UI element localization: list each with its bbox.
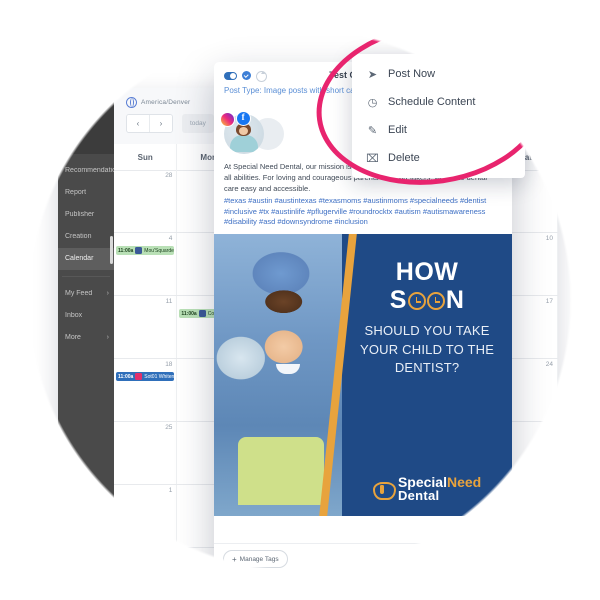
sidebar-header: [58, 88, 114, 154]
chevron-right-icon: ›: [106, 334, 109, 341]
calendar-day-cell[interactable]: 18 11:00a Sot01 Whitening: [114, 359, 178, 421]
calendar-event[interactable]: 11:00a Mou'Squarde: [116, 246, 175, 255]
calendar-date-number: 28: [165, 172, 173, 179]
calendar-day-cell[interactable]: 11: [114, 296, 178, 358]
avatar-body: [230, 135, 258, 152]
post-creative-image[interactable]: HOW S N SHOULD YOU TAKE YOUR CHILD TO TH…: [214, 234, 512, 517]
sidebar-item-recommendations[interactable]: Recommendations: [58, 160, 114, 182]
calendar-date-number: 25: [165, 424, 173, 431]
calendar-event-channel-icon: [198, 310, 206, 317]
calendar-date-number: 7: [549, 487, 553, 494]
sidebar-item-more[interactable]: More ›: [58, 327, 114, 349]
globe-icon: [126, 97, 137, 108]
dental-bib: [238, 437, 324, 505]
instagram-badge-icon: [220, 112, 235, 127]
creative-headline-1: HOW: [395, 258, 459, 287]
sidebar-item-my-feed[interactable]: My Feed ›: [58, 283, 114, 305]
sidebar-scrollbar[interactable]: [110, 236, 113, 264]
calendar-day-cell[interactable]: 25: [114, 422, 178, 484]
calendar-nav-group: ‹ ›: [126, 114, 173, 133]
next-month-button[interactable]: ›: [149, 115, 172, 132]
chevron-right-icon: ›: [106, 290, 109, 297]
calendar-date-number: 3: [549, 172, 553, 179]
edit-icon: ✎: [367, 124, 378, 137]
menu-item-schedule-content[interactable]: ◷ Schedule Content: [352, 88, 525, 116]
headline-letter-n: N: [445, 286, 465, 315]
timezone-label: America/Denver: [141, 99, 191, 106]
calendar-event-time: 11:00a: [118, 373, 134, 380]
headline-letter-s: S: [389, 286, 407, 315]
menu-item-delete[interactable]: ⌧ Delete: [352, 144, 525, 172]
menu-item-label: Post Now: [388, 68, 436, 80]
calendar-event-channel-icon: [135, 247, 143, 254]
sidebar-item-report[interactable]: Report: [58, 182, 114, 204]
calendar-date-number: 31: [545, 424, 553, 431]
today-button[interactable]: today: [182, 114, 214, 133]
sidebar-item-label: My Feed: [65, 290, 93, 297]
calendar-date-number: 1: [168, 487, 173, 494]
sidebar-item-label: Recommendations: [65, 167, 114, 174]
brand-need: Need: [446, 474, 482, 491]
calendar-event-time: 11:00a: [118, 247, 134, 254]
calendar-date-number: 11: [165, 298, 173, 305]
manage-tags-label: Manage Tags: [239, 555, 279, 563]
avatar-face: [239, 127, 248, 135]
schedule-content-icon: ◷: [367, 96, 378, 109]
tooth-logo-icon: [372, 480, 396, 500]
menu-item-label: Schedule Content: [388, 96, 476, 108]
calendar-event[interactable]: 11:00a Sot01 Whitening: [116, 372, 175, 381]
calendar-date-number: 18: [165, 361, 173, 368]
calendar-day-cell[interactable]: 1: [114, 485, 178, 547]
calendar-day-cell[interactable]: 28: [114, 170, 178, 232]
sidebar-item-label: Publisher: [65, 211, 95, 218]
post-context-menu: ➤ Post Now ◷ Schedule Content ✎ Edit ⌧ Delete: [352, 54, 525, 178]
brand-line-2: Dental: [397, 488, 440, 504]
sidebar-item-label: More: [65, 334, 81, 341]
app-sidebar: Recommendations Report Publisher Creation Ca…: [58, 88, 114, 568]
plus-icon: +: [232, 554, 237, 564]
calendar-date-number: 4: [168, 235, 173, 242]
sidebar-item-publisher[interactable]: Publisher: [58, 204, 114, 226]
timezone-selector[interactable]: America/Denver: [126, 97, 190, 108]
menu-item-label: Edit: [388, 124, 407, 136]
calendar-day-cell[interactable]: 4 11:00a Mou'Squarde: [114, 233, 178, 295]
calendar-date-number: 10: [545, 235, 553, 242]
creative-headline-2: S N: [342, 286, 512, 315]
sidebar-item-label: Creation: [65, 233, 92, 240]
calendar-event-channel-icon: [135, 373, 143, 380]
facebook-badge-icon: [236, 111, 251, 126]
clock-icon-2: [426, 291, 445, 310]
menu-item-edit[interactable]: ✎ Edit: [352, 116, 525, 144]
calendar-event-title: Sot01 Whitening: [144, 373, 175, 380]
post-now-icon: ➤: [367, 68, 378, 81]
sidebar-item-creation[interactable]: Creation: [58, 226, 114, 248]
calendar-event-time: 11:00a: [181, 310, 197, 317]
brand-lockup: SpecialNeed Dental: [342, 475, 512, 502]
calendar-event-title: Mou'Squarde: [144, 247, 174, 254]
creative-subheadline: SHOULD YOU TAKE YOUR CHILD TO THE DENTIS…: [359, 323, 495, 376]
calendar-day-header: Sun: [114, 144, 178, 170]
sidebar-item-label: Calendar: [65, 255, 94, 262]
manage-tags-button[interactable]: + Manage Tags: [223, 550, 288, 568]
sidebar-item-label: Report: [65, 189, 87, 196]
caption-hashtags: #texas #austin #austintexas #texasmoms #…: [224, 195, 487, 227]
brand-line-1: SpecialNeed: [398, 475, 481, 489]
sidebar-item-calendar[interactable]: Calendar: [58, 248, 114, 270]
menu-item-label: Delete: [388, 152, 420, 164]
post-card-footer: + Manage Tags: [214, 543, 512, 574]
child-smile: [275, 363, 300, 374]
sidebar-divider: [62, 276, 110, 277]
calendar-date-number: 24: [545, 361, 553, 368]
creative-text-panel: HOW S N SHOULD YOU TAKE YOUR CHILD TO TH…: [319, 234, 512, 517]
sidebar-item-inbox[interactable]: Inbox: [58, 305, 114, 327]
calendar-date-number: 17: [545, 298, 553, 305]
brand-wordmark: SpecialNeed Dental: [398, 475, 481, 502]
delete-icon: ⌧: [366, 152, 379, 165]
sidebar-item-label: Inbox: [65, 312, 83, 319]
menu-item-post-now[interactable]: ➤ Post Now: [352, 60, 525, 88]
prev-month-button[interactable]: ‹: [127, 115, 149, 132]
clock-icon-1: [407, 291, 426, 310]
screenshot-stage: Recommendations Report Publisher Creation Ca…: [0, 0, 600, 600]
